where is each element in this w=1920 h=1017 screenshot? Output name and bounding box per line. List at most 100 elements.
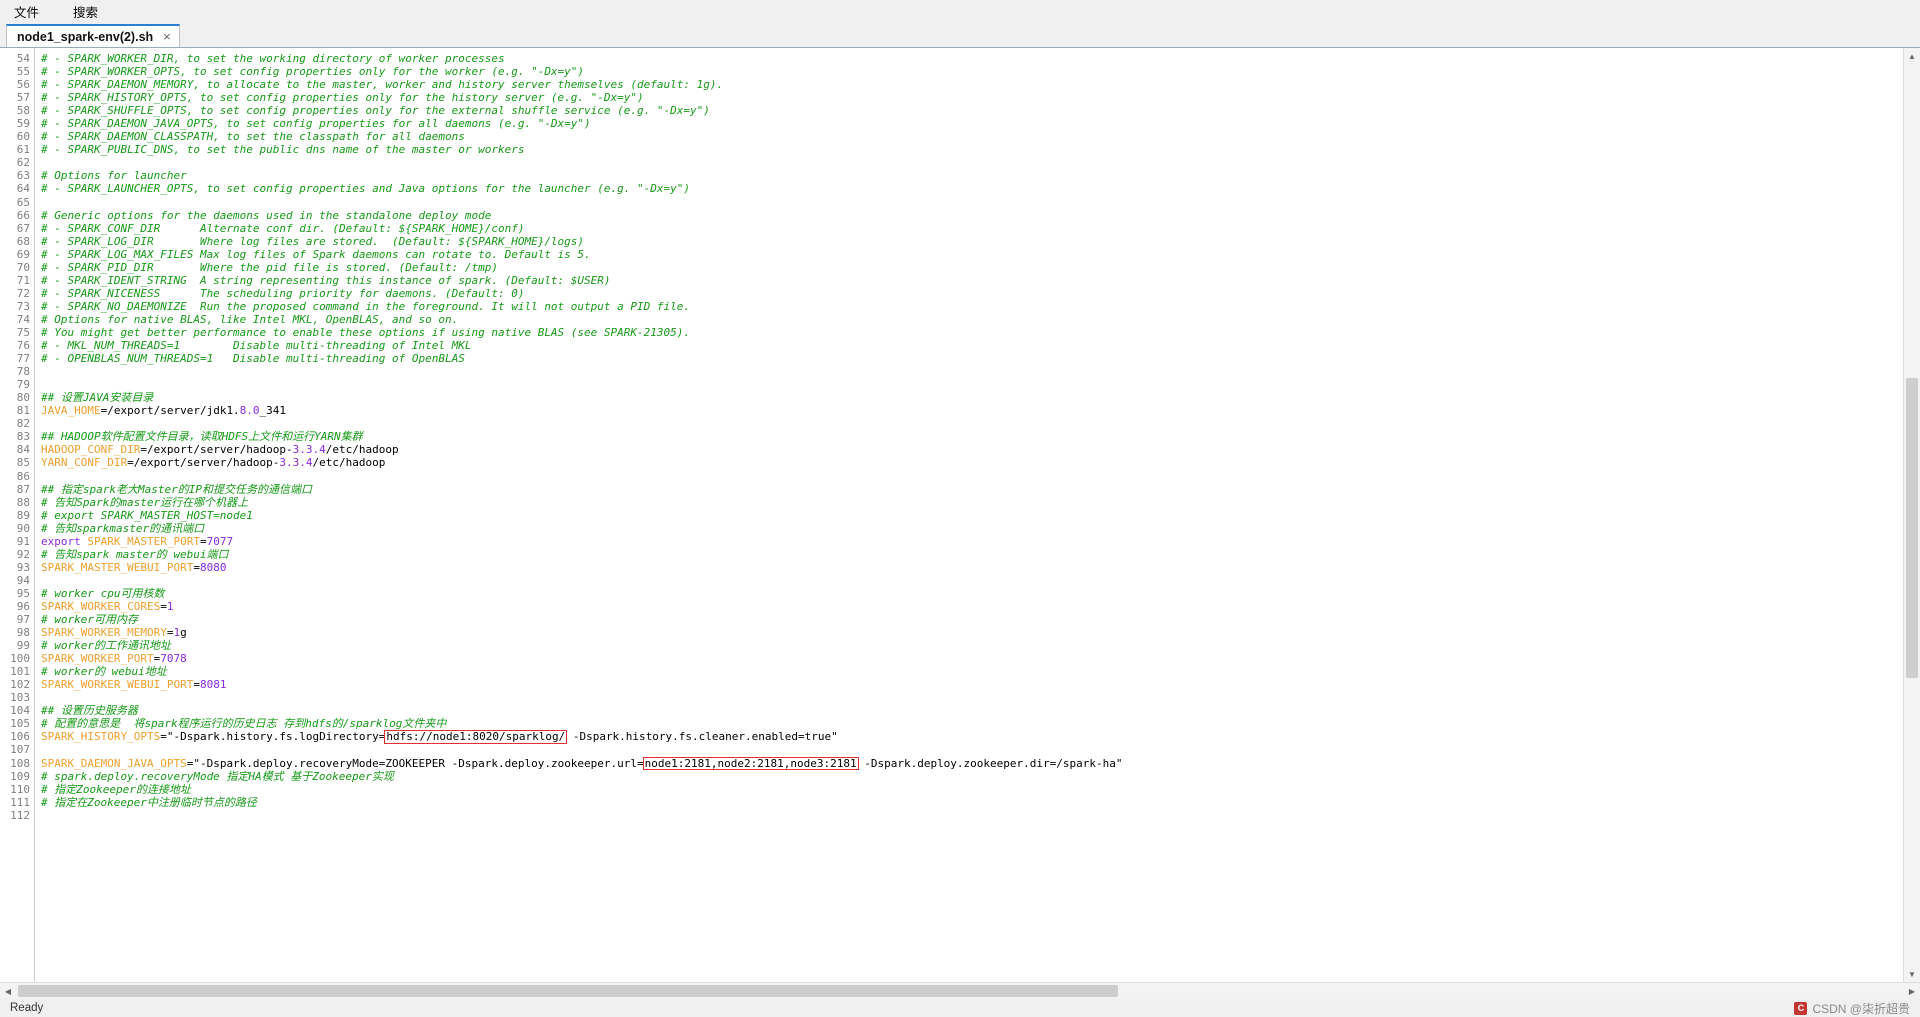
code-line[interactable]: # - SPARK_IDENT_STRING A string represen… xyxy=(41,274,1903,287)
code-line[interactable] xyxy=(41,156,1903,169)
tab-node1-spark-env[interactable]: node1_spark-env(2).sh × xyxy=(6,24,180,47)
line-number: 54 xyxy=(16,52,30,65)
code-line[interactable]: export SPARK_MASTER_PORT=7077 xyxy=(41,535,1903,548)
line-number: 73 xyxy=(16,299,30,313)
code-line[interactable]: # You might get better performance to en… xyxy=(41,326,1903,339)
code-line[interactable]: YARN_CONF_DIR=/export/server/hadoop-3.3.… xyxy=(41,456,1903,469)
code-segment: SPARK_DAEMON_JAVA_OPTS xyxy=(41,756,187,770)
code-line[interactable]: # 配置的意思是 将spark程序运行的历史日志 存到hdfs的/sparklo… xyxy=(41,717,1903,730)
code-line[interactable]: SPARK_WORKER_CORES=1 xyxy=(41,600,1903,613)
line-number: 57 xyxy=(16,91,30,105)
code-line[interactable] xyxy=(41,196,1903,209)
code-line[interactable]: ## 指定spark老大Master的IP和提交任务的通信端口 xyxy=(41,483,1903,496)
line-number: 61 xyxy=(16,143,30,157)
code-segment: HADOOP_CONF_DIR xyxy=(41,443,141,457)
code-line[interactable]: # 告知sparkmaster的通讯端口 xyxy=(41,522,1903,535)
code-line[interactable]: # - SPARK_LOG_DIR Where log files are st… xyxy=(41,235,1903,248)
code-line[interactable]: # worker的工作通讯地址 xyxy=(41,639,1903,652)
code-segment: # - SPARK_HISTORY_OPTS, to set config pr… xyxy=(41,91,644,105)
code-line[interactable] xyxy=(41,378,1903,391)
code-line[interactable]: # - SPARK_WORKER_OPTS, to set config pro… xyxy=(41,65,1903,78)
code-line[interactable]: # - OPENBLAS_NUM_THREADS=1 Disable multi… xyxy=(41,352,1903,365)
code-line[interactable]: SPARK_WORKER_MEMORY=1g xyxy=(41,626,1903,639)
vertical-scrollbar[interactable]: ▲ ▼ xyxy=(1903,48,1920,982)
code-segment: # - OPENBLAS_NUM_THREADS=1 Disable multi… xyxy=(41,352,465,366)
code-line[interactable]: SPARK_WORKER_PORT=7078 xyxy=(41,652,1903,665)
code-line[interactable]: HADOOP_CONF_DIR=/export/server/hadoop-3.… xyxy=(41,443,1903,456)
code-line[interactable]: # 告知Spark的master运行在哪个机器上 xyxy=(41,496,1903,509)
code-segment: 8.0 xyxy=(239,404,260,418)
scroll-down-icon[interactable]: ▼ xyxy=(1904,966,1920,982)
editor-window: 文件 搜索 node1_spark-env(2).sh × 54 55 56 57 58… xyxy=(0,0,1920,1017)
code-line[interactable] xyxy=(41,691,1903,704)
scroll-up-icon[interactable]: ▲ xyxy=(1904,48,1920,64)
code-line[interactable]: # - SPARK_NICENESS The scheduling priori… xyxy=(41,287,1903,300)
code-segment: # 告知Spark的master运行在哪个机器上 xyxy=(41,495,249,509)
code-segment: 1 xyxy=(166,599,174,613)
horizontal-scroll-thumb[interactable] xyxy=(18,985,1118,997)
code-line[interactable]: # - SPARK_SHUFFLE_OPTS, to set config pr… xyxy=(41,104,1903,117)
line-number: 82 xyxy=(16,417,30,431)
code-line[interactable]: # 指定在Zookeeper中注册临时节点的路径 xyxy=(41,796,1903,809)
code-line[interactable]: # export SPARK_MASTER_HOST=node1 xyxy=(41,509,1903,522)
code-line[interactable] xyxy=(41,470,1903,483)
close-icon[interactable]: × xyxy=(163,29,171,44)
code-line[interactable] xyxy=(41,417,1903,430)
code-line[interactable]: # Generic options for the daemons used i… xyxy=(41,209,1903,222)
editor-area: 54 55 56 57 58 59 60 61 62 63 64 65 66 67 68 69 70 71 72 73… xyxy=(0,47,1920,982)
scroll-right-icon[interactable]: ▶ xyxy=(1904,983,1920,999)
code-line[interactable]: # Options for native BLAS, like Intel MK… xyxy=(41,313,1903,326)
code-line[interactable]: # - SPARK_PUBLIC_DNS, to set the public … xyxy=(41,143,1903,156)
code-line[interactable]: JAVA_HOME=/export/server/jdk1.8.0_341 xyxy=(41,404,1903,417)
code-line[interactable]: SPARK_MASTER_WEBUI_PORT=8080 xyxy=(41,561,1903,574)
code-line[interactable]: # - SPARK_LOG_MAX_FILES Max log files of… xyxy=(41,248,1903,261)
code-line[interactable] xyxy=(41,574,1903,587)
code-line[interactable]: # - SPARK_DAEMON_MEMORY, to allocate to … xyxy=(41,78,1903,91)
code-line[interactable]: # - SPARK_NO_DAEMONIZE Run the proposed … xyxy=(41,300,1903,313)
code-line[interactable] xyxy=(41,743,1903,756)
code-line[interactable]: ## 设置JAVA安装目录 xyxy=(41,391,1903,404)
code-segment: # worker的工作通讯地址 xyxy=(41,639,171,653)
code-line[interactable]: ## HADOOP软件配置文件目录，读取HDFS上文件和运行YARN集群 xyxy=(41,430,1903,443)
code-line[interactable] xyxy=(41,365,1903,378)
code-line[interactable]: SPARK_DAEMON_JAVA_OPTS="-Dspark.deploy.r… xyxy=(41,756,1903,771)
code-line[interactable]: # - SPARK_DAEMON_CLASSPATH, to set the c… xyxy=(41,130,1903,143)
horizontal-scrollbar[interactable]: ◀ ▶ xyxy=(0,982,1920,999)
code-segment: 3.3.4 xyxy=(279,456,313,470)
code-line[interactable]: # Options for launcher xyxy=(41,169,1903,182)
code-line[interactable]: SPARK_HISTORY_OPTS="-Dspark.history.fs.l… xyxy=(41,730,1903,744)
code-segment: = xyxy=(193,560,200,574)
code-line[interactable]: # worker的 webui地址 xyxy=(41,665,1903,678)
code-line[interactable]: # worker可用内存 xyxy=(41,613,1903,626)
code-segment: # 指定Zookeeper的连接地址 xyxy=(41,782,191,796)
code-line[interactable]: # - SPARK_HISTORY_OPTS, to set config pr… xyxy=(41,91,1903,104)
code-line[interactable]: # - MKL_NUM_THREADS=1 Disable multi-thre… xyxy=(41,339,1903,352)
highlighted-value: hdfs://node1:8020/sparklog/ xyxy=(384,730,568,744)
menu-item-file[interactable]: 文件 xyxy=(10,0,43,23)
code-line[interactable]: # 指定Zookeeper的连接地址 xyxy=(41,783,1903,796)
code-line[interactable]: # - SPARK_WORKER_DIR, to set the working… xyxy=(41,52,1903,65)
code-line[interactable]: # spark.deploy.recoveryMode 指定HA模式 基于Zoo… xyxy=(41,770,1903,783)
line-number: 93 xyxy=(16,560,30,574)
menu-item-search[interactable]: 搜索 xyxy=(69,0,102,23)
tab-label: node1_spark-env(2).sh xyxy=(17,29,154,44)
line-number: 75 xyxy=(16,325,30,339)
code-line[interactable]: # - SPARK_DAEMON_JAVA_OPTS, to set confi… xyxy=(41,117,1903,130)
code-line[interactable]: SPARK_WORKER_WEBUI_PORT=8081 xyxy=(41,678,1903,691)
code-editor[interactable]: 54 55 56 57 58 59 60 61 62 63 64 65 66 67 68 69 70 71 72 73… xyxy=(0,48,1903,982)
code-segment: # - SPARK_PUBLIC_DNS, to set the public … xyxy=(41,143,525,157)
code-line[interactable]: # - SPARK_CONF_DIR Alternate conf dir. (… xyxy=(41,222,1903,235)
code-segment: _341 xyxy=(259,404,287,418)
vertical-scroll-thumb[interactable] xyxy=(1906,378,1918,678)
code-line[interactable]: # - SPARK_LAUNCHER_OPTS, to set config p… xyxy=(41,182,1903,195)
code-line[interactable]: # - SPARK_PID_DIR Where the pid file is … xyxy=(41,261,1903,274)
code-line[interactable] xyxy=(41,809,1903,822)
csdn-logo-icon: C xyxy=(1794,1001,1808,1015)
code-content[interactable]: # - SPARK_WORKER_DIR, to set the working… xyxy=(35,48,1903,982)
line-number: 111 xyxy=(10,795,30,809)
code-line[interactable]: # 告知spark master的 webui端口 xyxy=(41,548,1903,561)
code-segment: ="-Dspark.history.fs.logDirectory= xyxy=(160,730,386,744)
code-line[interactable]: # worker cpu可用核数 xyxy=(41,587,1903,600)
scroll-left-icon[interactable]: ◀ xyxy=(0,983,16,999)
code-line[interactable]: ## 设置历史服务器 xyxy=(41,704,1903,717)
